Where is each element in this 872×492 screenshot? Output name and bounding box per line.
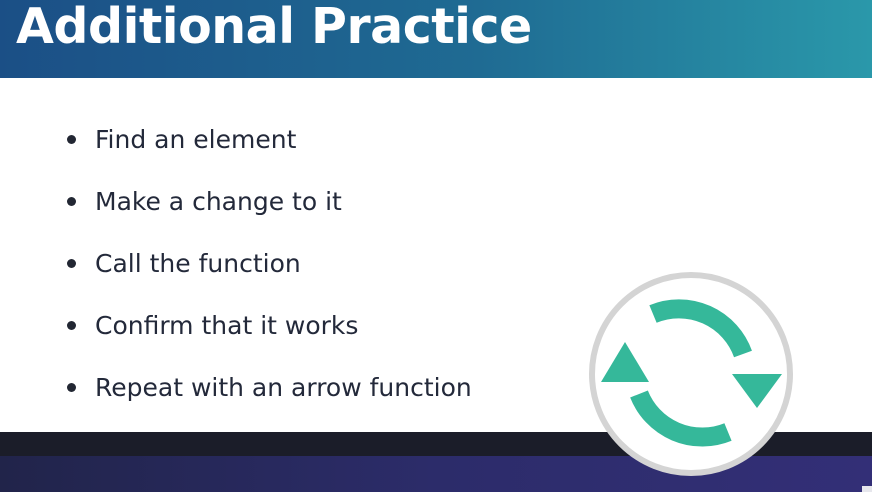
refresh-cycle-icon — [589, 272, 793, 476]
bullet-text: Repeat with an arrow function — [95, 372, 472, 402]
slide-title: Additional Practice — [16, 0, 532, 55]
bullet-text: Call the function — [95, 248, 301, 278]
bullet-dot — [67, 320, 76, 330]
bullet-item: Find an element — [67, 108, 472, 170]
bullet-dot — [67, 258, 76, 268]
title-banner: Additional Practice — [0, 0, 872, 78]
bullet-text: Find an element — [95, 124, 297, 154]
bullet-dot — [67, 382, 76, 392]
bullet-dot — [67, 196, 76, 206]
bullet-item: Call the function — [67, 232, 472, 294]
bullet-item: Confirm that it works — [67, 294, 472, 356]
bullet-text: Make a change to it — [95, 186, 342, 216]
bullet-dot — [67, 134, 76, 144]
slide: Additional Practice Find an element Make… — [0, 0, 872, 492]
bullet-list: Find an element Make a change to it Call… — [67, 108, 472, 418]
bullet-item: Repeat with an arrow function — [67, 356, 472, 418]
bullet-text: Confirm that it works — [95, 310, 359, 340]
bullet-item: Make a change to it — [67, 170, 472, 232]
footer-corner-mark — [862, 486, 872, 492]
